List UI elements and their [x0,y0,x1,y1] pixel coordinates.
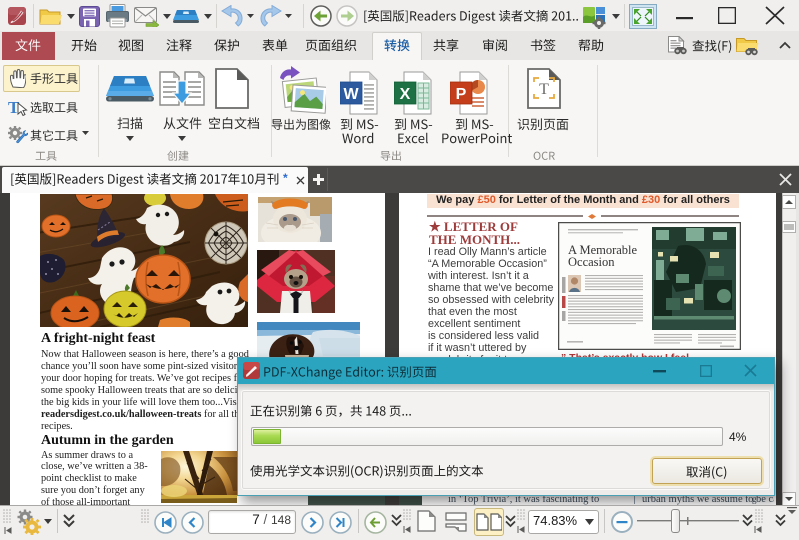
svg-text:P: P [456,86,467,103]
svg-text:W: W [343,86,359,103]
svg-text:X: X [400,86,411,103]
svg-text:Occasion: Occasion [568,255,615,269]
svg-text:T: T [539,81,549,98]
